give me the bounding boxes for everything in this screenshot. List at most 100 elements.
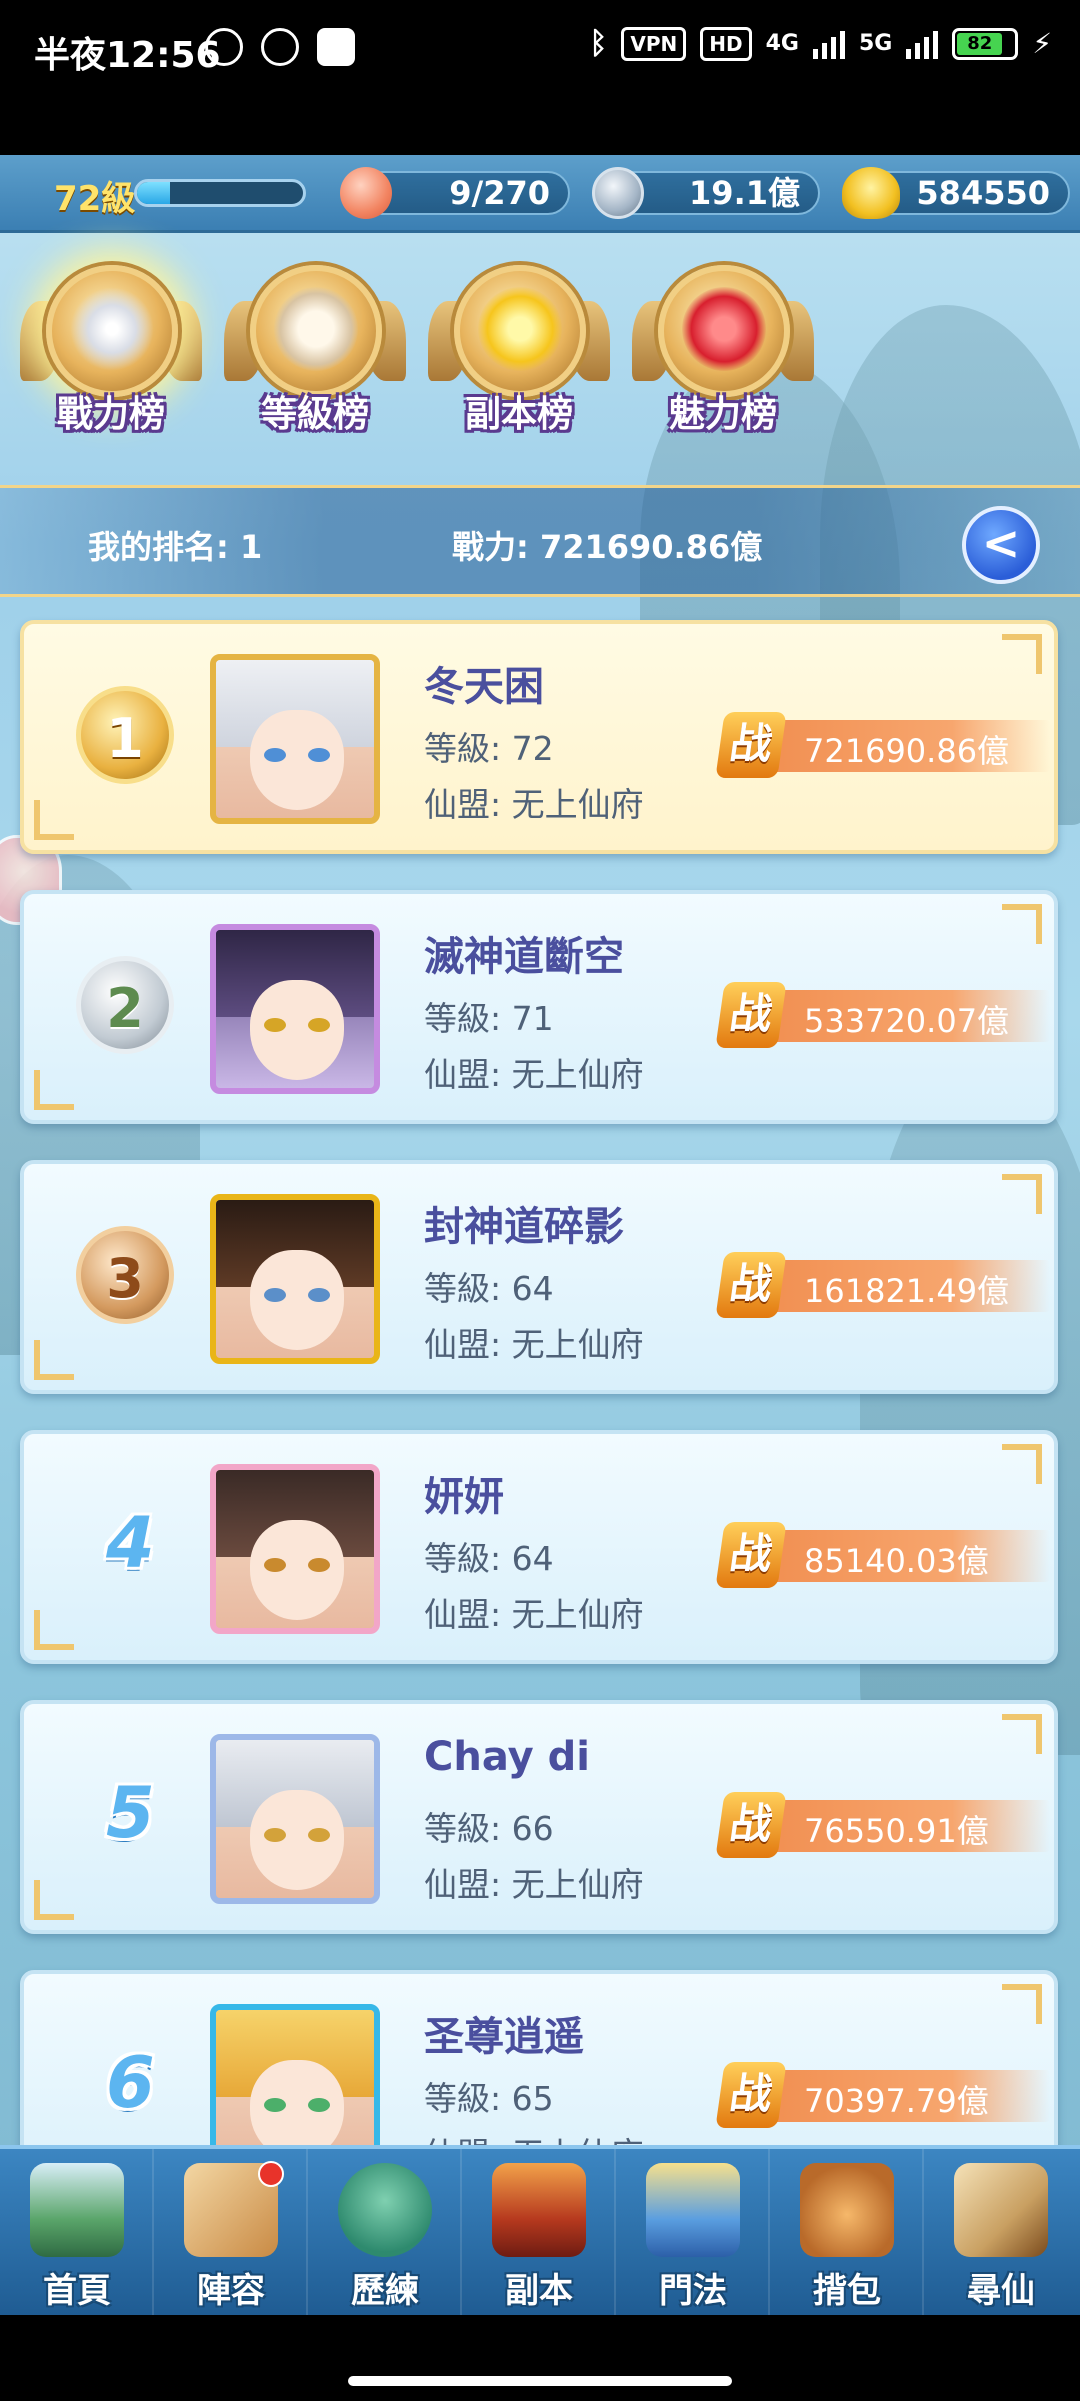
rank-number: 4: [106, 1502, 155, 1584]
xp-progress-bar: [134, 179, 306, 207]
power-value: 70397.79億: [804, 2082, 989, 2120]
training-gourd-icon: [338, 2163, 432, 2257]
tab-label: 副本榜: [464, 394, 573, 435]
rank-number: 6: [106, 2042, 155, 2124]
nav-seek[interactable]: 尋仙: [924, 2149, 1078, 2315]
power-bar: 战 533720.07億: [715, 982, 1050, 1048]
back-arrow-icon: <: [981, 516, 1021, 570]
player-level: 72級: [54, 179, 136, 219]
ranking-row[interactable]: 2 滅神道斷空 等級: 71 仙盟: 无上仙府 战 533720.07億: [20, 890, 1058, 1124]
backpack-bag-icon: [800, 2163, 894, 2257]
nav-backpack[interactable]: 揹包: [770, 2149, 924, 2315]
power-value: 85140.03億: [804, 1542, 989, 1580]
power-value: 533720.07億: [804, 1002, 1010, 1040]
nav-dungeon[interactable]: 副本: [462, 2149, 616, 2315]
player-avatar[interactable]: [210, 1464, 380, 1634]
hd-icon: HD: [700, 26, 752, 61]
player-avatar[interactable]: [210, 654, 380, 824]
tab-label: 戰力榜: [56, 394, 165, 435]
player-avatar[interactable]: [210, 924, 380, 1094]
player-level: 等級: 71: [424, 999, 554, 1038]
xp-progress-fill: [137, 182, 171, 204]
bronze-rank-medal-icon: 3: [76, 1226, 174, 1324]
home-indicator[interactable]: [348, 2376, 732, 2386]
power-value: 721690.86億: [804, 732, 1010, 770]
my-power-text: 戰力: 721690.86億: [452, 528, 763, 566]
player-guild: 仙盟: 无上仙府: [424, 1055, 644, 1094]
power-bar: 战 85140.03億: [715, 1522, 1050, 1588]
my-rank-text: 我的排名: 1: [88, 528, 263, 566]
power-bar: 战 161821.49億: [715, 1252, 1050, 1318]
gold-rank-medal-icon: 1: [76, 686, 174, 784]
battle-power-icon: 战: [715, 2062, 787, 2128]
tab-power-ranking[interactable]: 戰力榜: [20, 265, 202, 445]
ranking-row[interactable]: 1 冬天困 等級: 72 仙盟: 无上仙府 战 721690.86億: [20, 620, 1058, 854]
power-value: 161821.49億: [804, 1272, 1010, 1310]
ranking-row[interactable]: 5 Chay di 等級: 66 仙盟: 无上仙府 战 76550.91億: [20, 1700, 1058, 1934]
battery-level: 82: [957, 32, 1003, 55]
my-rank-bar: 我的排名: 1 戰力: 721690.86億 <: [0, 485, 1080, 597]
ranking-list: 1 冬天困 等級: 72 仙盟: 无上仙府 战 721690.86億 2 滅神道…: [20, 620, 1060, 2240]
peach-stamina-icon: [340, 167, 392, 219]
power-value: 76550.91億: [804, 1812, 989, 1850]
player-name: 妍妍: [424, 1474, 504, 1520]
nav-lineup[interactable]: 陣容: [154, 2149, 308, 2315]
bottom-nav: 首頁 陣容 歷練 副本 門法 揹包 尋仙: [0, 2145, 1080, 2315]
player-name: Chay di: [424, 1734, 590, 1780]
player-avatar[interactable]: [210, 1194, 380, 1364]
bluetooth-icon: ᛒ: [589, 26, 608, 61]
ranking-row[interactable]: 3 封神道碎影 等級: 64 仙盟: 无上仙府 战 161821.49億: [20, 1160, 1058, 1394]
power-bar: 战 70397.79億: [715, 2062, 1050, 2128]
player-level: 等級: 64: [424, 1269, 554, 1308]
gold-ingot-icon: [842, 167, 900, 219]
tab-charm-ranking[interactable]: 魅力榜: [632, 265, 814, 445]
app-notification-icon: [317, 28, 355, 66]
dungeon-gate-icon: [492, 2163, 586, 2257]
player-name: 封神道碎影: [424, 1204, 624, 1250]
battle-power-icon: 战: [715, 1522, 787, 1588]
battle-power-icon: 战: [715, 982, 787, 1048]
player-name: 圣尊逍遥: [424, 2014, 584, 2060]
tab-label: 魅力榜: [668, 394, 777, 435]
alarm-icon: [261, 28, 299, 66]
player-guild: 仙盟: 无上仙府: [424, 1325, 644, 1364]
nav-home[interactable]: 首頁: [0, 2149, 154, 2315]
ranking-row[interactable]: 4 妍妍 等級: 64 仙盟: 无上仙府 战 85140.03億: [20, 1430, 1058, 1664]
notification-dot: [258, 2161, 284, 2187]
mute-icon: [205, 28, 243, 66]
player-avatar[interactable]: [210, 1734, 380, 1904]
vpn-icon: VPN: [621, 26, 687, 61]
rank-number: 5: [106, 1772, 155, 1854]
status-bar: 半夜12:56 ᛒ VPN HD 4G 5G 82 ⚡: [0, 0, 1080, 155]
silver-rank-medal-icon: 2: [76, 956, 174, 1054]
tab-dungeon-ranking[interactable]: 副本榜: [428, 265, 610, 445]
player-guild: 仙盟: 无上仙府: [424, 1865, 644, 1904]
power-bar: 战 721690.86億: [715, 712, 1050, 778]
system-nav-bar: [0, 2315, 1080, 2401]
tab-level-ranking[interactable]: 等級榜: [224, 265, 406, 445]
home-island-icon: [30, 2163, 124, 2257]
nav-training[interactable]: 歷練: [308, 2149, 462, 2315]
battle-power-icon: 战: [715, 1252, 787, 1318]
player-level: 等級: 64: [424, 1539, 554, 1578]
battle-power-icon: 战: [715, 712, 787, 778]
nav-sect[interactable]: 門法: [616, 2149, 770, 2315]
tab-label: 等級榜: [260, 394, 369, 435]
network-4g-label: 4G: [765, 31, 799, 56]
seek-scroll-icon: [954, 2163, 1048, 2257]
player-guild: 仙盟: 无上仙府: [424, 785, 644, 824]
charging-icon: ⚡: [1032, 27, 1052, 60]
signal-icon-2: [906, 29, 939, 59]
player-name: 冬天困: [424, 664, 544, 710]
silver-coin-icon: [592, 167, 644, 219]
player-name: 滅神道斷空: [424, 934, 624, 980]
back-button[interactable]: <: [962, 506, 1040, 584]
power-bar: 战 76550.91億: [715, 1792, 1050, 1858]
player-level: 等級: 72: [424, 729, 554, 768]
battle-power-icon: 战: [715, 1792, 787, 1858]
player-level: 等級: 65: [424, 2079, 554, 2118]
ranking-tabs: 戰力榜 等級榜 副本榜 魅力榜: [20, 265, 814, 445]
network-5g-label: 5G: [858, 31, 893, 56]
signal-icon: [812, 29, 845, 59]
battery-icon: 82: [952, 27, 1019, 60]
